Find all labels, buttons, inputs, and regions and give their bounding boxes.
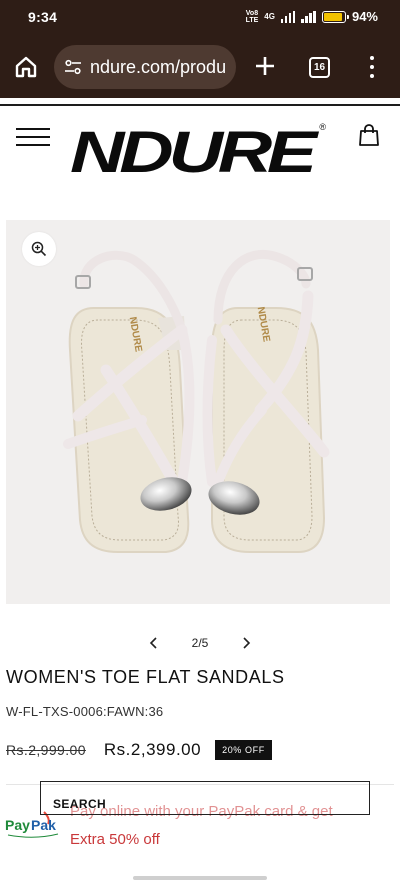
hamburger-menu-icon[interactable] xyxy=(16,128,50,146)
gallery-pager: 2/5 xyxy=(0,630,400,656)
product-sku: W-FL-TXS-0006:FAWN:36 xyxy=(6,704,164,719)
url-text[interactable]: ndure.com/produ xyxy=(90,57,230,78)
site-logo[interactable]: NDURE ® xyxy=(68,120,326,185)
gallery-counter: 2/5 xyxy=(191,636,209,650)
status-icons: Vo8 LTE 4G 94% xyxy=(246,9,378,24)
svg-text:Pak: Pak xyxy=(31,817,56,833)
search-input[interactable]: SEARCH xyxy=(40,781,370,815)
status-bar: 9:34 Vo8 LTE 4G 94% xyxy=(0,0,400,36)
home-icon[interactable] xyxy=(12,53,40,81)
home-indicator[interactable] xyxy=(133,876,267,880)
sandals-photo: NDURE NDURE xyxy=(63,250,330,553)
site-header: NDURE ® xyxy=(0,108,400,188)
original-price: Rs.2,999.00 xyxy=(6,742,86,758)
signal-icon-2 xyxy=(301,10,316,23)
svg-text:Pay: Pay xyxy=(5,817,30,833)
more-vert-icon[interactable] xyxy=(367,56,377,78)
chevron-right-icon[interactable] xyxy=(240,636,252,650)
price-row: Rs.2,999.00 Rs.2,399.00 20% OFF xyxy=(6,740,272,760)
browser-toolbar: ndure.com/produ 16 xyxy=(0,36,400,98)
tune-icon[interactable] xyxy=(64,58,82,76)
address-bar[interactable]: ndure.com/produ xyxy=(54,45,236,89)
signal-icon xyxy=(280,10,296,23)
product-image[interactable]: NDURE NDURE xyxy=(6,220,390,604)
battery-icon xyxy=(321,10,349,23)
zoom-in-icon[interactable] xyxy=(22,232,56,266)
plus-icon[interactable] xyxy=(254,55,276,77)
chevron-left-icon[interactable] xyxy=(148,636,160,650)
product-title: WOMEN'S TOE FLAT SANDALS xyxy=(6,667,285,687)
shopping-bag-icon[interactable] xyxy=(358,123,380,147)
registered-mark: ® xyxy=(319,122,326,132)
gesture-bar xyxy=(0,868,400,888)
discount-badge: 20% OFF xyxy=(215,740,272,760)
network-type-label: 4G xyxy=(264,12,275,21)
ndure-logo-graphic: NDURE xyxy=(70,120,324,185)
status-time: 9:34 xyxy=(28,9,58,25)
battery-percent: 94% xyxy=(351,9,378,24)
paypak-promo-line2: Extra 50% off xyxy=(70,831,160,848)
announcement-bar xyxy=(0,98,400,106)
volte-indicator: Vo8 LTE xyxy=(245,9,259,24)
tabs-icon[interactable]: 16 xyxy=(309,57,330,78)
battery-level-fill xyxy=(323,12,342,21)
svg-text:NDURE: NDURE xyxy=(70,120,320,182)
sale-price: Rs.2,399.00 xyxy=(103,740,202,759)
